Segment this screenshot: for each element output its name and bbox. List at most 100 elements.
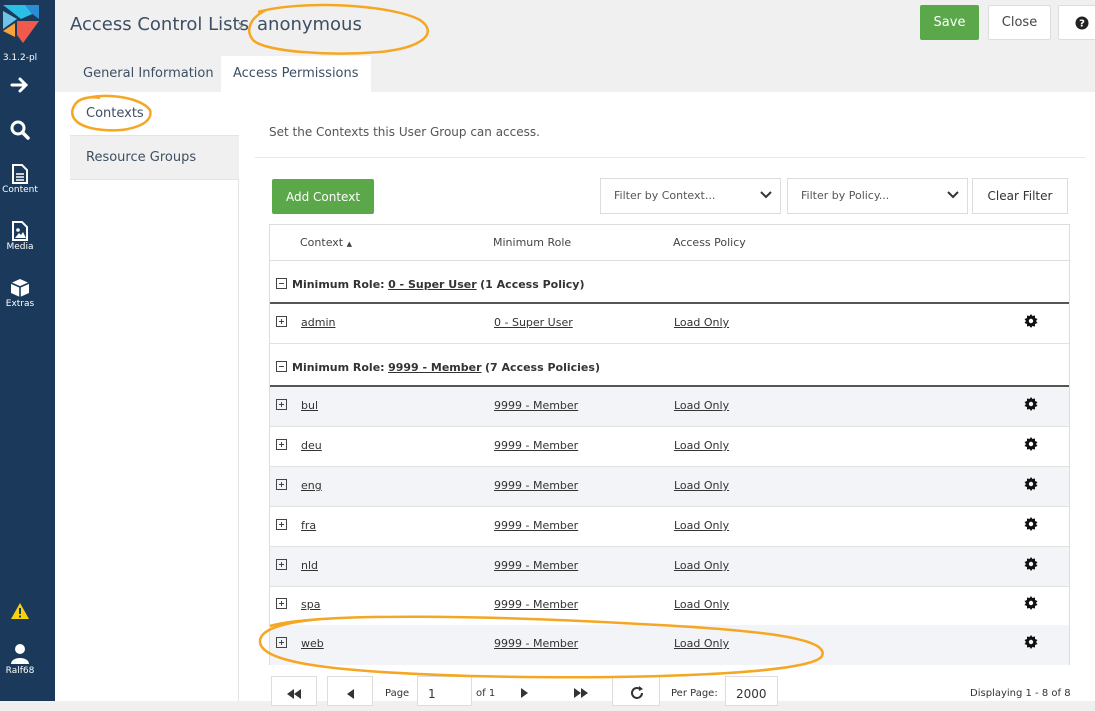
table-row[interactable]: bul 9999 - Member Load Only [270,387,1069,427]
gear-icon[interactable] [1024,557,1038,571]
group-role-link[interactable]: 0 - Super User [388,278,477,291]
previous-page-button[interactable] [327,676,373,706]
context-link[interactable]: fra [301,519,316,532]
context-link[interactable]: deu [301,439,322,452]
nav-item-search[interactable] [0,119,40,141]
gear-icon[interactable] [1024,437,1038,451]
group-title: Minimum Role: 9999 - Member (7 Access Po… [292,361,600,374]
collapse-icon[interactable] [276,278,287,289]
context-link[interactable]: eng [301,479,322,492]
nav-label-extras: Extras [5,299,35,309]
nav-label-content: Content [2,185,38,195]
expand-icon[interactable] [276,439,287,450]
table-row[interactable]: fra 9999 - Member Load Only [270,507,1069,547]
page-title: anonymous [257,14,362,35]
per-page-input[interactable]: 2000 [725,676,778,706]
gear-icon[interactable] [1024,477,1038,491]
page-number-input[interactable]: 1 [417,676,472,706]
collapse-icon[interactable] [276,361,287,372]
table-row[interactable]: web 9999 - Member Load Only [270,625,1069,665]
policy-link[interactable]: Load Only [674,559,729,572]
add-context-button[interactable]: Add Context [272,179,374,214]
tab-access-permissions[interactable]: Access Permissions [221,56,371,92]
expand-icon[interactable] [276,637,287,648]
role-link[interactable]: 9999 - Member [494,519,578,532]
column-header-access-policy[interactable]: Access Policy [673,236,746,249]
column-header-context[interactable]: Context ▲ [300,236,352,249]
triangle-right-icon[interactable] [520,688,528,698]
save-button[interactable]: Save [920,5,979,40]
subtab-resource-groups[interactable]: Resource Groups [70,136,239,180]
filter-policy-placeholder: Filter by Policy... [801,189,890,202]
policy-link[interactable]: Load Only [674,598,729,611]
role-link[interactable]: 9999 - Member [494,637,578,650]
role-link[interactable]: 0 - Super User [494,316,573,329]
expand-icon[interactable] [276,559,287,570]
group-header[interactable]: Minimum Role: 0 - Super User (1 Access P… [270,262,1069,304]
context-link[interactable]: admin [301,316,335,329]
displaying-count: Displaying 1 - 8 of 8 [970,688,1071,699]
modx-logo-icon[interactable] [3,5,39,43]
column-header-minimum-role[interactable]: Minimum Role [493,236,571,249]
context-link[interactable]: nld [301,559,318,572]
gear-icon[interactable] [1024,517,1038,531]
policy-link[interactable]: Load Only [674,637,729,650]
chevron-down-icon [947,191,959,199]
table-row[interactable]: admin 0 - Super User Load Only [270,304,1069,344]
table-row[interactable]: nld 9999 - Member Load Only [270,547,1069,587]
nav-item-warning[interactable] [0,602,40,620]
gear-icon[interactable] [1024,397,1038,411]
expand-icon[interactable] [276,479,287,490]
table-row[interactable]: eng 9999 - Member Load Only [270,467,1069,507]
warning-icon [11,603,29,619]
clear-filter-button[interactable]: Clear Filter [972,178,1068,214]
first-page-button[interactable] [271,676,317,706]
group-header[interactable]: Minimum Role: 9999 - Member (7 Access Po… [270,345,1069,387]
table-row[interactable]: deu 9999 - Member Load Only [270,427,1069,467]
help-button[interactable]: ? [1058,5,1095,40]
tab-general-information[interactable]: General Information [71,56,226,92]
group-role-link[interactable]: 9999 - Member [388,361,481,374]
policy-link[interactable]: Load Only [674,316,729,329]
document-icon [12,164,28,184]
grid-header: Context ▲ Minimum Role Access Policy [270,225,1069,261]
gear-icon[interactable] [1024,635,1038,649]
expand-icon[interactable] [276,399,287,410]
filter-context-select[interactable]: Filter by Context... [600,178,781,214]
role-link[interactable]: 9999 - Member [494,598,578,611]
context-link[interactable]: spa [301,598,320,611]
policy-link[interactable]: Load Only [674,439,729,452]
close-button[interactable]: Close [988,5,1051,40]
expand-icon[interactable] [276,519,287,530]
cube-icon [10,279,30,297]
expand-icon[interactable] [276,598,287,609]
breadcrumb-separator: › [237,15,245,36]
double-chevron-left-icon [287,689,301,699]
breadcrumb-root[interactable]: Access Control Lists [70,14,249,35]
nav-item-user[interactable]: Ralf68 [0,643,40,676]
nav-item-extras[interactable]: Extras [0,278,40,309]
filter-policy-select[interactable]: Filter by Policy... [787,178,968,214]
policy-link[interactable]: Load Only [674,479,729,492]
nav-item-media[interactable]: Media [0,221,40,252]
subtab-contexts[interactable]: Contexts [70,92,239,136]
policy-link[interactable]: Load Only [674,519,729,532]
context-link[interactable]: web [301,637,324,650]
role-link[interactable]: 9999 - Member [494,559,578,572]
intro-text: Set the Contexts this User Group can acc… [269,125,540,139]
main-sidebar: 3.1.2-pl Content Media Extras Ralf68 [0,0,55,701]
policy-link[interactable]: Load Only [674,399,729,412]
nav-item-arrow[interactable] [0,76,40,94]
expand-icon[interactable] [276,316,287,327]
double-chevron-right-icon[interactable] [573,688,589,698]
refresh-button[interactable] [612,676,660,706]
context-link[interactable]: bul [301,399,318,412]
role-link[interactable]: 9999 - Member [494,479,578,492]
role-link[interactable]: 9999 - Member [494,399,578,412]
gear-icon[interactable] [1024,314,1038,328]
table-row[interactable]: spa 9999 - Member Load Only [270,586,1069,626]
role-link[interactable]: 9999 - Member [494,439,578,452]
nav-item-content[interactable]: Content [0,164,40,195]
subtabs: Contexts Resource Groups [70,92,239,180]
gear-icon[interactable] [1024,596,1038,610]
